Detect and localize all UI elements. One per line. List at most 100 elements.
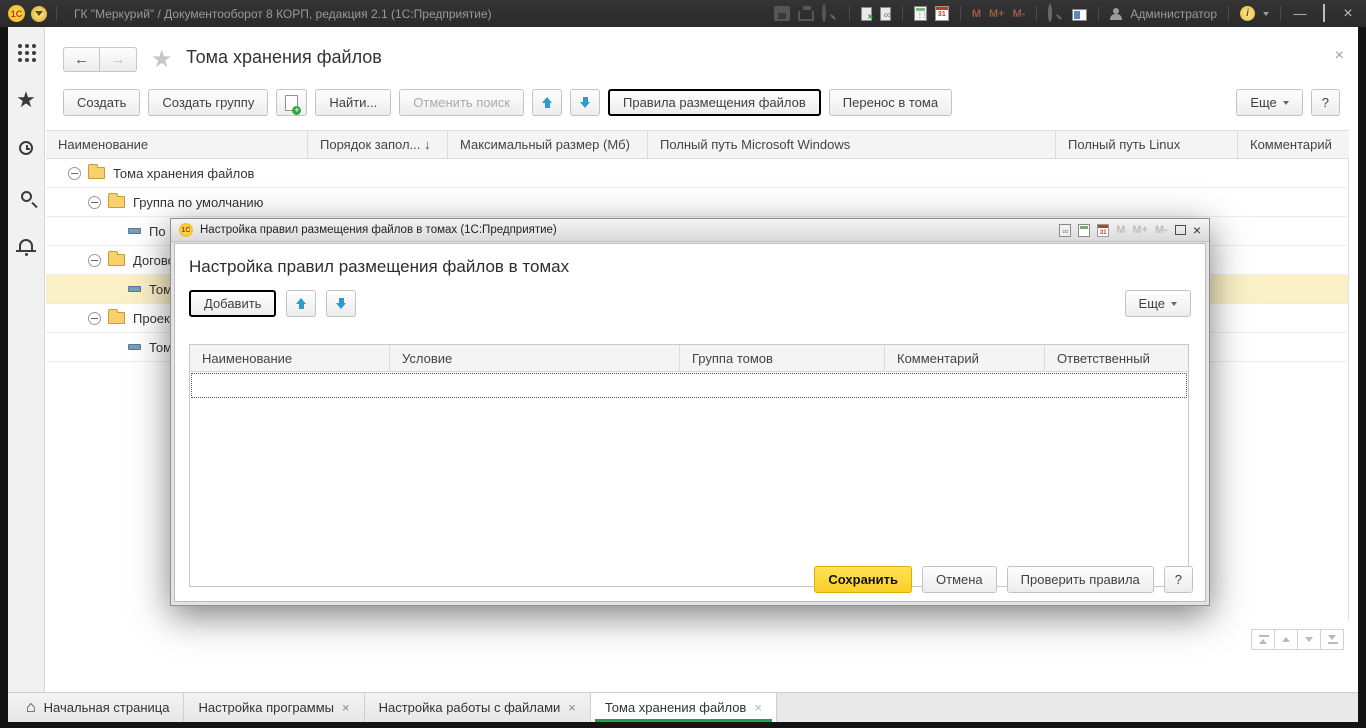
calendar-icon[interactable]: 31 — [1097, 223, 1110, 237]
column-header-comment[interactable]: Комментарий — [1238, 131, 1342, 158]
notifications-icon[interactable] — [15, 233, 37, 256]
save-button[interactable]: Сохранить — [814, 566, 912, 593]
rules-empty-row[interactable] — [191, 373, 1187, 398]
minimize-button[interactable]: — — [1292, 6, 1308, 21]
column-header-name[interactable]: Наименование — [190, 345, 390, 371]
app-logo-icon: 1С — [8, 5, 25, 22]
create-new-item-icon-button[interactable] — [276, 89, 308, 116]
go-prev-button[interactable] — [1274, 629, 1298, 650]
help-button[interactable]: ? — [1163, 566, 1193, 593]
dialog-window-title: Настройка правил размещения файлов в том… — [200, 224, 557, 236]
divider — [901, 6, 903, 21]
memory-m-plus-button: M+ — [1132, 224, 1148, 236]
tab-program-settings[interactable]: Настройка программы × — [184, 693, 365, 722]
close-button[interactable]: × — [1340, 5, 1356, 23]
collapse-icon[interactable] — [88, 311, 101, 325]
column-header-fill-order[interactable]: Порядок запол... ↓ — [308, 131, 448, 158]
cancel-search-button[interactable]: Отменить поиск — [399, 89, 524, 116]
go-next-button[interactable] — [1297, 629, 1321, 650]
calculator-icon[interactable] — [913, 6, 927, 21]
sort-desc-icon: ↓ — [424, 137, 431, 152]
dialog-titlebar-actions: 31 M M+ M- × — [1059, 223, 1201, 237]
column-header-linux-path[interactable]: Полный путь Linux — [1056, 131, 1238, 158]
move-to-volumes-button[interactable]: Перенос в тома — [828, 89, 953, 116]
tree-row-root[interactable]: Тома хранения файлов — [46, 159, 1348, 188]
favorites-icon[interactable]: ★ — [15, 89, 37, 111]
tree-row-label: Том — [149, 281, 173, 297]
chevron-down-icon[interactable] — [1263, 12, 1269, 19]
check-rules-button[interactable]: Проверить правила — [1006, 566, 1154, 593]
calendar-icon[interactable]: 31 — [934, 6, 949, 21]
folder-icon — [108, 309, 125, 324]
tab-storage-volumes[interactable]: Тома хранения файлов × — [590, 693, 777, 722]
save-icon[interactable] — [773, 6, 790, 21]
print-preview-icon[interactable] — [821, 4, 826, 22]
move-down-button[interactable] — [326, 290, 357, 317]
column-header-comment[interactable]: Комментарий — [885, 345, 1045, 371]
tab-label: Тома хранения файлов — [604, 700, 747, 715]
tree-row-default-group[interactable]: Группа по умолчанию — [46, 188, 1348, 217]
tab-close-icon[interactable]: × — [342, 700, 350, 715]
tab-close-icon[interactable]: × — [754, 700, 762, 715]
find-button[interactable]: Найти... — [315, 89, 392, 116]
calculator-icon[interactable] — [1078, 223, 1091, 237]
main-menu-button[interactable] — [31, 5, 47, 22]
column-header-volume-group[interactable]: Группа томов — [680, 345, 885, 371]
volume-icon — [128, 286, 141, 292]
info-icon[interactable]: i — [1240, 6, 1255, 21]
current-user-label[interactable]: Администратор — [1130, 7, 1217, 21]
tree-row-label: Тома хранения файлов — [113, 165, 255, 181]
add-button[interactable]: Добавить — [189, 290, 277, 317]
move-up-button[interactable] — [286, 290, 317, 317]
tab-close-icon[interactable]: × — [568, 700, 576, 715]
panels-icon[interactable] — [1072, 8, 1088, 21]
forward-button[interactable]: → — [100, 47, 137, 72]
dialog-maximize-button[interactable] — [1174, 225, 1186, 235]
column-header-responsible[interactable]: Ответственный — [1045, 345, 1188, 371]
volume-icon — [128, 344, 141, 350]
memory-m-minus-button[interactable]: M- — [1013, 8, 1026, 20]
cancel-button[interactable]: Отмена — [922, 566, 997, 593]
list-pager — [1251, 629, 1344, 650]
tab-file-settings[interactable]: Настройка работы с файлами × — [364, 693, 591, 722]
move-down-button[interactable] — [570, 89, 600, 116]
get-link-icon[interactable] — [1059, 223, 1072, 237]
collapse-icon[interactable] — [88, 195, 101, 209]
get-link-icon[interactable] — [879, 6, 891, 21]
go-first-button[interactable] — [1251, 629, 1275, 650]
sections-menu-icon[interactable] — [15, 41, 37, 63]
tab-home[interactable]: ⌂ Начальная страница — [8, 693, 185, 722]
dialog-close-button[interactable]: × — [1193, 223, 1201, 237]
move-up-button[interactable] — [532, 89, 562, 116]
memory-m-plus-button[interactable]: M+ — [989, 8, 1005, 20]
create-group-button[interactable]: Создать группу — [148, 89, 269, 116]
more-button[interactable]: Еще — [1236, 89, 1303, 116]
create-button[interactable]: Создать — [63, 89, 141, 116]
page-title: Тома хранения файлов — [186, 47, 382, 67]
history-icon[interactable] — [15, 137, 37, 159]
column-header-max-size[interactable]: Максимальный размер (Мб) — [448, 131, 648, 158]
go-last-button[interactable] — [1320, 629, 1344, 650]
help-button[interactable]: ? — [1310, 89, 1340, 116]
tree-row-label: Группа по умолчанию — [133, 194, 264, 210]
memory-m-button[interactable]: M — [972, 8, 981, 20]
column-header-name[interactable]: Наименование — [46, 131, 308, 158]
tree-row-label: Догово — [133, 252, 175, 268]
form-close-icon[interactable]: × — [1335, 48, 1344, 64]
window-title: ГК "Меркурий" / Документооборот 8 КОРП, … — [74, 6, 492, 21]
zoom-icon[interactable] — [1048, 4, 1053, 22]
column-header-condition[interactable]: Условие — [390, 345, 680, 371]
collapse-icon[interactable] — [68, 166, 81, 180]
go-to-link-icon[interactable] — [860, 6, 874, 21]
maximize-button[interactable] — [1316, 4, 1332, 22]
memory-m-button: M — [1116, 224, 1126, 236]
rules-table[interactable]: Наименование Условие Группа томов Коммен… — [189, 344, 1189, 587]
print-icon[interactable] — [797, 5, 814, 21]
column-header-windows-path[interactable]: Полный путь Microsoft Windows — [648, 131, 1056, 158]
favorite-star-icon[interactable]: ★ — [151, 45, 173, 74]
search-icon[interactable] — [15, 185, 37, 207]
back-button[interactable]: ← — [63, 47, 100, 72]
collapse-icon[interactable] — [88, 253, 101, 267]
placement-rules-button[interactable]: Правила размещения файлов — [608, 89, 821, 116]
more-button[interactable]: Еще — [1124, 290, 1191, 317]
